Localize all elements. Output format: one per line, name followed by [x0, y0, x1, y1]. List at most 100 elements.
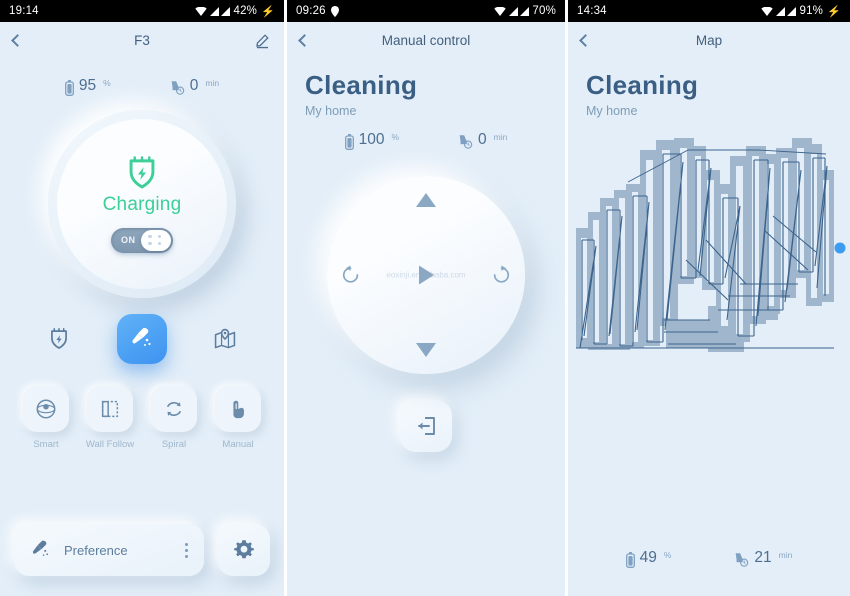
vacuum-icon: [32, 540, 49, 556]
battery-icon: [625, 552, 635, 568]
cleantime-unit: min: [205, 78, 220, 88]
dock-charge-button[interactable]: [45, 325, 73, 353]
panel-map: 14:34 91% ⚡ Map Cleaning My home 49 % 21…: [568, 0, 850, 596]
power-toggle-knob: [141, 229, 171, 251]
status-bar: 14:34 91% ⚡: [568, 0, 850, 22]
power-toggle-state: ON: [121, 235, 136, 245]
hero-subtitle: My home: [586, 104, 638, 118]
status-bar-right: 42% ⚡: [195, 5, 275, 18]
battery-percent: 70%: [532, 5, 556, 17]
mode-spiral-label: Spiral: [161, 439, 187, 450]
panel-manual-control: 09:26 70% Manual control Cleaning My hom…: [284, 0, 568, 596]
hero-title: Cleaning: [586, 70, 699, 100]
hero-subtitle: My home: [305, 104, 357, 118]
status-bar-right: 91% ⚡: [761, 5, 841, 18]
mode-wall-follow-button[interactable]: [87, 386, 133, 432]
rotate-right-icon[interactable]: [491, 265, 511, 285]
wifi-icon: [195, 6, 208, 16]
hero-title: Cleaning: [305, 70, 418, 100]
clean-time-icon: [171, 81, 184, 95]
cleantime-stat: 21 min: [733, 550, 792, 568]
battery-value: 100: [358, 131, 385, 148]
clean-time-icon: [736, 553, 749, 567]
mode-smart[interactable]: Smart: [20, 386, 72, 450]
battery-percent: 42%: [233, 5, 258, 17]
battery-unit: %: [391, 132, 400, 142]
cleantime-value: 0: [189, 77, 199, 94]
title-bar: Manual control: [287, 22, 565, 58]
mode-spiral[interactable]: Spiral: [148, 386, 200, 450]
mode-smart-button[interactable]: [23, 386, 69, 432]
dpad-surface: eoxinji.en.alibaba.com: [327, 176, 525, 374]
status-bar: 09:26 70%: [287, 0, 565, 22]
dpad-control: eoxinji.en.alibaba.com: [327, 176, 525, 374]
battery-icon: [344, 134, 354, 150]
map-pin-icon: [214, 328, 236, 349]
preference-card[interactable]: Preference: [14, 524, 204, 576]
page-title: Map: [695, 32, 723, 48]
rotate-left-icon[interactable]: [341, 265, 361, 285]
map-canvas[interactable]: [568, 120, 850, 500]
location-pin-icon: [330, 5, 339, 17]
play-icon[interactable]: [416, 264, 436, 286]
cleantime-value: 0: [478, 131, 487, 148]
status-bar-left: 14:34: [577, 5, 607, 17]
status-time: 14:34: [577, 5, 607, 17]
device-stats: 100 % 0 min: [287, 132, 565, 150]
page-title: F3: [134, 32, 150, 48]
cleantime-unit: min: [493, 132, 508, 142]
battery-unit: %: [663, 550, 672, 560]
device-status-dial[interactable]: Charging ON: [48, 110, 236, 298]
wifi-icon: [494, 6, 507, 16]
smart-icon: [36, 399, 56, 419]
status-bar-left: 09:26: [296, 5, 339, 17]
start-clean-button[interactable]: [117, 314, 167, 364]
more-dots-icon[interactable]: [185, 542, 188, 558]
status-bar-right: 70%: [494, 5, 556, 17]
battery-value: 95: [78, 77, 97, 94]
bottom-bar: Preference: [14, 524, 270, 576]
signal-bars-icon: [776, 6, 797, 16]
mode-wall-follow[interactable]: Wall Follow: [84, 386, 136, 450]
status-time: 19:14: [9, 5, 39, 17]
device-status-dial-inner: Charging ON: [57, 119, 227, 289]
title-bar: F3: [0, 22, 284, 58]
return-to-dock-button[interactable]: [400, 400, 452, 452]
manual-hand-icon: [233, 400, 244, 419]
mode-smart-label: Smart: [33, 439, 59, 450]
battery-stat: 100 %: [344, 131, 400, 150]
status-bar-left: 19:14: [9, 5, 39, 17]
gear-icon: [234, 540, 254, 559]
mode-manual[interactable]: Manual: [212, 386, 264, 450]
device-stats: 49 % 21 min: [568, 550, 850, 568]
mode-spiral-button[interactable]: [151, 386, 197, 432]
page-title: Manual control: [381, 32, 471, 48]
power-toggle[interactable]: ON: [111, 227, 173, 253]
mode-manual-button[interactable]: [215, 386, 261, 432]
hero-header: Cleaning My home: [568, 58, 850, 118]
signal-bars-icon: [509, 6, 530, 16]
signal-bars-icon: [210, 6, 231, 16]
status-time: 09:26: [296, 5, 326, 17]
arrow-down-icon[interactable]: [415, 342, 437, 358]
dock-charge-icon: [51, 328, 67, 349]
map-button[interactable]: [211, 325, 239, 353]
robot-position-marker[interactable]: [834, 242, 846, 254]
title-bar: Map: [568, 22, 850, 58]
clean-time-icon: [459, 135, 473, 149]
battery-value: 49: [639, 549, 657, 566]
spiral-icon: [166, 402, 182, 416]
status-bar: 19:14 42% ⚡: [0, 0, 284, 22]
battery-stat: 49 %: [625, 549, 672, 568]
cleaning-map[interactable]: [568, 120, 850, 500]
cleantime-value: 21: [754, 549, 772, 566]
charging-bolt-icon: ⚡: [261, 5, 275, 18]
charge-plug-icon: [129, 155, 155, 188]
mode-wall-follow-label: Wall Follow: [85, 439, 135, 450]
cleantime-unit: min: [778, 550, 793, 560]
screenshot-root: 19:14 42% ⚡ F3 95 % 0 min Charging ON Sm…: [0, 0, 850, 596]
mode-manual-label: Manual: [222, 439, 254, 450]
arrow-up-icon[interactable]: [415, 192, 437, 208]
settings-button[interactable]: [218, 524, 270, 576]
cleaning-modes: Smart Wall Follow Spiral Manual: [0, 386, 284, 450]
